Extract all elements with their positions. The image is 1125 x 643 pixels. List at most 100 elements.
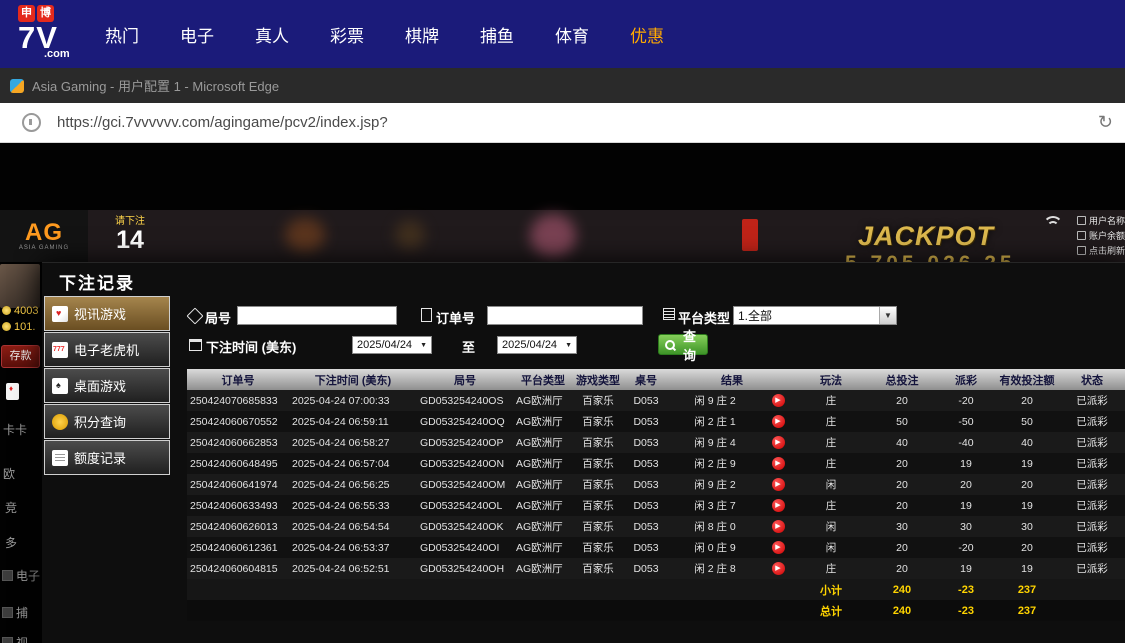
cell-valid: 20 bbox=[1021, 541, 1033, 554]
cell-time: 2025-04-24 06:57:04 bbox=[292, 457, 390, 470]
nav-item-hot[interactable]: 热门 bbox=[105, 22, 139, 47]
replay-button[interactable]: ▶ bbox=[771, 520, 785, 533]
nav-item-promo[interactable]: 优惠 bbox=[630, 22, 664, 47]
cell-result: 闲 9 庄 2 bbox=[694, 395, 736, 407]
site-logo[interactable]: 申 博 7V .com bbox=[18, 5, 102, 65]
cell-game: 百家乐 bbox=[582, 479, 614, 491]
subtotal-spacer bbox=[187, 579, 795, 600]
cell-platform: AG欧洲厅 bbox=[516, 500, 563, 512]
url-text[interactable]: https://gci.7vvvvvv.com/agingame/pcv2/in… bbox=[57, 114, 1098, 131]
cell-method: 庄 bbox=[825, 563, 837, 575]
nav-item-sports[interactable]: 体育 bbox=[555, 22, 589, 47]
nav-item-lottery[interactable]: 彩票 bbox=[330, 22, 364, 47]
nav-item-fishing[interactable]: 捕鱼 bbox=[480, 22, 514, 47]
ag-logo-subtext: ASIA GAMING bbox=[18, 245, 70, 251]
balance-row: 101. bbox=[2, 321, 35, 333]
cell-game: 百家乐 bbox=[582, 437, 614, 449]
cell-order: 250424060670552 bbox=[190, 415, 278, 428]
jackpot-label: JACKPOT bbox=[858, 221, 995, 251]
cell-replay: ▶ bbox=[761, 537, 795, 558]
menu-table-games[interactable]: 桌面游戏 bbox=[44, 368, 170, 403]
nav-item-slots[interactable]: 电子 bbox=[180, 22, 214, 47]
window-title: Asia Gaming - 用户配置 1 - Microsoft Edge bbox=[32, 79, 280, 94]
header-table: 桌号 bbox=[623, 369, 669, 390]
cell-time: 2025-04-24 06:52:51 bbox=[292, 562, 390, 575]
replay-button[interactable]: ▶ bbox=[771, 562, 785, 575]
cell-bet: 40 bbox=[896, 436, 908, 449]
menu-credit-records[interactable]: 额度记录 bbox=[44, 440, 170, 475]
bet-row: 250424060626013 2025-04-24 06:54:54 GD0532… bbox=[187, 516, 1125, 537]
bet-time-label: 下注时间 (美东) bbox=[206, 340, 297, 355]
cell-game: 百家乐 bbox=[582, 542, 614, 554]
total-payout: -23 bbox=[937, 600, 995, 621]
subtotal-status bbox=[1059, 579, 1125, 600]
subtotal-label: 小计 bbox=[795, 579, 867, 600]
cell-platform: AG欧洲厅 bbox=[516, 395, 563, 407]
menu-slot-machines[interactable]: 电子老虎机 bbox=[44, 332, 170, 367]
cell-bet: 20 bbox=[896, 457, 908, 470]
bet-row: 250424060670552 2025-04-24 06:59:11 GD0532… bbox=[187, 411, 1125, 432]
replay-button[interactable]: ▶ bbox=[771, 436, 785, 449]
date-to-dropdown[interactable]: 2025/04/24 ▼ bbox=[497, 336, 577, 354]
replay-button[interactable]: ▶ bbox=[771, 499, 785, 512]
refresh-icon bbox=[1077, 246, 1086, 255]
cell-result: 闲 9 庄 2 bbox=[694, 479, 736, 491]
cell-order: 250424060648495 bbox=[190, 457, 278, 470]
cell-bet: 20 bbox=[896, 541, 908, 554]
platform-select[interactable]: 1.全部 ▼ bbox=[733, 306, 897, 325]
bet-row: 250424070685833 2025-04-24 07:00:33 GD0532… bbox=[187, 390, 1125, 411]
cell-table: D053 bbox=[633, 436, 659, 449]
cell-status: 已派彩 bbox=[1076, 458, 1108, 470]
ag-logo-text: AG bbox=[25, 219, 63, 246]
reload-icon[interactable]: ↻ bbox=[1098, 112, 1113, 133]
address-bar[interactable]: https://gci.7vvvvvv.com/agingame/pcv2/in… bbox=[0, 103, 1125, 143]
cell-round: GD053254240OP bbox=[420, 436, 504, 449]
bet-row: 250424060612361 2025-04-24 06:53:37 GD0532… bbox=[187, 537, 1125, 558]
coin-icon bbox=[2, 322, 11, 331]
query-button[interactable]: 查询 bbox=[658, 329, 708, 363]
cell-replay: ▶ bbox=[761, 432, 795, 453]
cell-valid: 19 bbox=[1021, 562, 1033, 575]
cell-valid: 50 bbox=[1021, 415, 1033, 428]
cell-platform: AG欧洲厅 bbox=[516, 542, 563, 554]
bet-records-table: 订单号 下注时间 (美东) 局号 平台类型 游戏类型 桌号 结果 玩法 总投注 … bbox=[187, 369, 1125, 621]
cell-table: D053 bbox=[633, 394, 659, 407]
cell-valid: 20 bbox=[1021, 394, 1033, 407]
order-input[interactable] bbox=[487, 306, 643, 325]
search-icon bbox=[665, 339, 675, 350]
menu-video-games[interactable]: 视讯游戏 bbox=[44, 296, 170, 331]
to-label: 至 bbox=[462, 340, 476, 355]
chevron-down-icon: ▼ bbox=[565, 341, 572, 349]
date-from-dropdown[interactable]: 2025/04/24 ▼ bbox=[352, 336, 432, 354]
cell-table: D053 bbox=[633, 415, 659, 428]
round-input[interactable] bbox=[237, 306, 397, 325]
cell-method: 庄 bbox=[825, 416, 837, 428]
coin-icon bbox=[2, 306, 11, 315]
menu-points-query[interactable]: 积分查询 bbox=[44, 404, 170, 439]
cell-method: 庄 bbox=[825, 437, 837, 449]
query-button-label: 查询 bbox=[682, 328, 696, 363]
cell-valid: 30 bbox=[1021, 520, 1033, 533]
cell-payout: -40 bbox=[958, 436, 974, 449]
panel-menu: 视讯游戏 电子老虎机 桌面游戏 积分查询 额度记录 bbox=[44, 296, 170, 476]
deposit-button[interactable]: 存款 bbox=[1, 345, 40, 368]
replay-button[interactable]: ▶ bbox=[771, 415, 785, 428]
total-label: 总计 bbox=[795, 600, 867, 621]
cell-table: D053 bbox=[633, 457, 659, 470]
cell-time: 2025-04-24 07:00:33 bbox=[292, 394, 390, 407]
replay-button[interactable]: ▶ bbox=[771, 457, 785, 470]
platform-icon bbox=[663, 308, 675, 320]
ag-logo: AG ASIA GAMING bbox=[0, 210, 88, 262]
cell-replay: ▶ bbox=[761, 390, 795, 411]
header-status: 状态 bbox=[1059, 369, 1125, 390]
balance-value: 4003 bbox=[14, 305, 39, 317]
round-icon bbox=[186, 307, 204, 325]
nav-item-live[interactable]: 真人 bbox=[255, 22, 289, 47]
replay-button[interactable]: ▶ bbox=[771, 541, 785, 554]
menu-label: 电子老虎机 bbox=[74, 343, 140, 358]
cell-game: 百家乐 bbox=[582, 458, 614, 470]
nav-item-chess[interactable]: 棋牌 bbox=[405, 22, 439, 47]
replay-button[interactable]: ▶ bbox=[771, 478, 785, 491]
chevron-down-icon: ▼ bbox=[879, 307, 896, 324]
replay-button[interactable]: ▶ bbox=[771, 394, 785, 407]
